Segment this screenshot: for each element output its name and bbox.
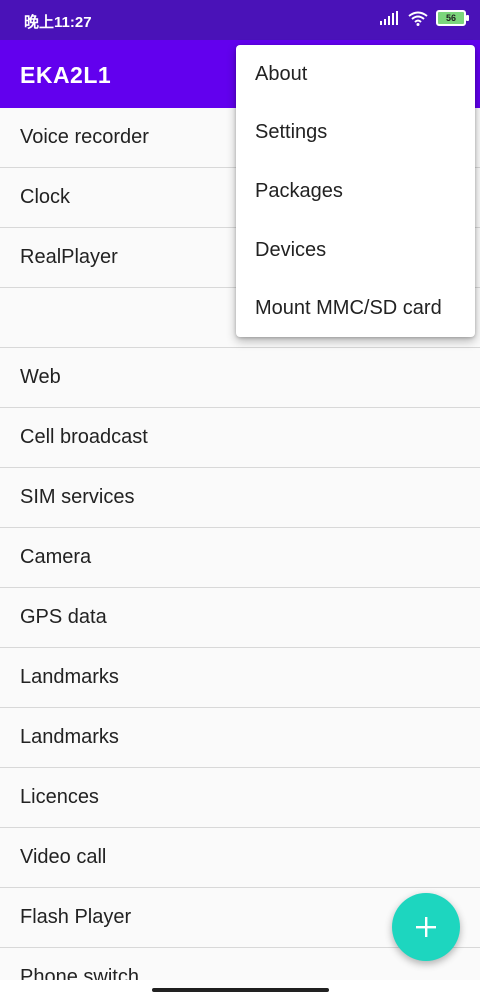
menu-item-mount-sd[interactable]: Mount MMC/SD card (236, 279, 475, 338)
navigation-bar (0, 980, 480, 1000)
add-button[interactable] (392, 893, 460, 961)
list-item[interactable]: Licences (0, 768, 480, 828)
list-item-label: Phone switch (20, 966, 139, 980)
menu-item-about[interactable]: About (236, 45, 475, 104)
status-time: 晚上11:27 (24, 14, 92, 31)
wifi-icon (408, 11, 428, 26)
list-item-label: Flash Player (20, 906, 132, 928)
list-item-label: Web (20, 366, 61, 388)
status-icons: 56 (380, 10, 469, 26)
list-item[interactable]: Video call (0, 828, 480, 888)
list-item-label: RealPlayer (20, 246, 118, 268)
list-item[interactable]: Cell broadcast (0, 408, 480, 468)
list-item[interactable]: Landmarks (0, 708, 480, 768)
list-item-label: Cell broadcast (20, 426, 148, 448)
list-item-label: Clock (20, 186, 71, 208)
app-title: EKA2L1 (20, 62, 112, 88)
list-item-label: Landmarks (20, 726, 119, 748)
list-item[interactable]: GPS data (0, 588, 480, 648)
list-item[interactable]: Landmarks (0, 648, 480, 708)
list-item-label: SIM services (20, 486, 135, 508)
list-item-label: Licences (20, 786, 99, 808)
list-item[interactable]: SIM services (0, 468, 480, 528)
gesture-handle[interactable] (152, 988, 329, 992)
plus-icon (416, 917, 436, 937)
menu-item-devices[interactable]: Devices (236, 221, 475, 280)
battery-icon: 56 (436, 10, 469, 26)
overflow-menu: About Settings Packages Devices Mount MM… (236, 45, 475, 337)
menu-item-packages[interactable]: Packages (236, 162, 475, 221)
list-item-label: Landmarks (20, 666, 119, 688)
list-item-label: Video call (20, 846, 107, 868)
list-item-label: Camera (20, 546, 92, 568)
list-item-label: Voice recorder (20, 126, 149, 148)
signal-icon (380, 11, 398, 25)
menu-item-settings[interactable]: Settings (236, 104, 475, 163)
list-item[interactable]: Camera (0, 528, 480, 588)
list-item-label: GPS data (20, 606, 107, 628)
list-item[interactable]: Web (0, 348, 480, 408)
status-bar: 晚上11:27 56 (0, 0, 480, 40)
